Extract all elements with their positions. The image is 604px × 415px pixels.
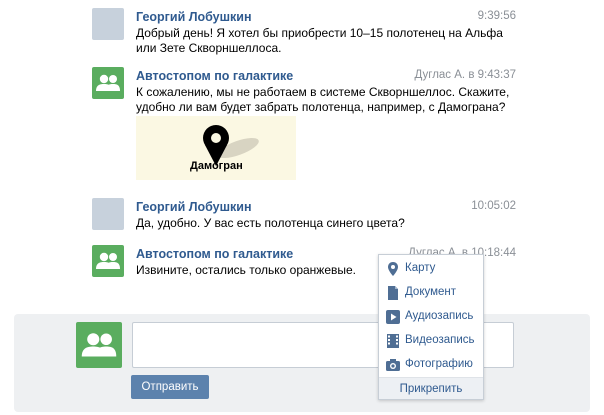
attach-audio-item[interactable]: Аудиозапись (379, 305, 483, 329)
message-text: Добрый день! Я хотел бы приобрести 10–15… (136, 26, 503, 55)
message-text: Да, удобно. У вас есть полотенца синего … (136, 216, 405, 230)
audio-icon (386, 310, 400, 324)
group-users-icon (96, 252, 120, 269)
own-avatar[interactable] (76, 322, 122, 368)
attach-document-item[interactable]: Документ (379, 281, 483, 305)
message-time[interactable]: Дуглас А. в 9:43:37 (414, 69, 516, 81)
group-users-icon (96, 74, 120, 91)
message-time[interactable]: 10:05:02 (471, 200, 516, 212)
message-author[interactable]: Георгий Лобушкин (136, 200, 252, 214)
message-text: К сожалению, мы не работаем в системе Ск… (136, 85, 510, 114)
attach-map-item[interactable]: Карту (379, 257, 483, 281)
attach-button[interactable]: Прикрепить (379, 377, 483, 399)
document-icon (388, 286, 398, 300)
group-users-icon (81, 333, 117, 357)
group-avatar[interactable] (92, 245, 124, 277)
attach-video-label: Видеозапись (405, 334, 475, 346)
message-author[interactable]: Георгий Лобушкин (136, 10, 252, 24)
user-avatar[interactable] (92, 8, 124, 40)
send-button[interactable]: Отправить (131, 375, 209, 399)
group-avatar[interactable] (92, 67, 124, 99)
map-label: Дамогран (190, 160, 243, 172)
attach-video-item[interactable]: Видеозапись (379, 329, 483, 353)
message-time[interactable]: 9:39:56 (478, 10, 516, 22)
message-3: Георгий Лобушкин 10:05:02 Да, удобно. У … (92, 198, 516, 234)
compose-area: Отправить (14, 314, 590, 412)
attach-menu: Карту Документ Аудиозапись Видеозапись Ф… (378, 254, 484, 400)
attach-document-label: Документ (405, 286, 457, 298)
attach-map-label: Карту (405, 262, 436, 274)
attach-photo-item[interactable]: Фотографию (379, 353, 483, 377)
attach-photo-label: Фотографию (405, 358, 473, 370)
message-1: Георгий Лобушкин 9:39:56 Добрый день! Я … (92, 8, 516, 56)
map-pin-icon (388, 262, 398, 276)
user-avatar[interactable] (92, 198, 124, 230)
message-author[interactable]: Автостопом по галактике (136, 247, 293, 261)
video-icon (387, 334, 399, 348)
camera-icon (386, 359, 400, 371)
map-attachment[interactable]: Дамогран (136, 116, 296, 180)
attach-audio-label: Аудиозапись (405, 310, 474, 322)
message-2: Автостопом по галактике Дуглас А. в 9:43… (92, 67, 516, 117)
message-author[interactable]: Автостопом по галактике (136, 69, 293, 83)
